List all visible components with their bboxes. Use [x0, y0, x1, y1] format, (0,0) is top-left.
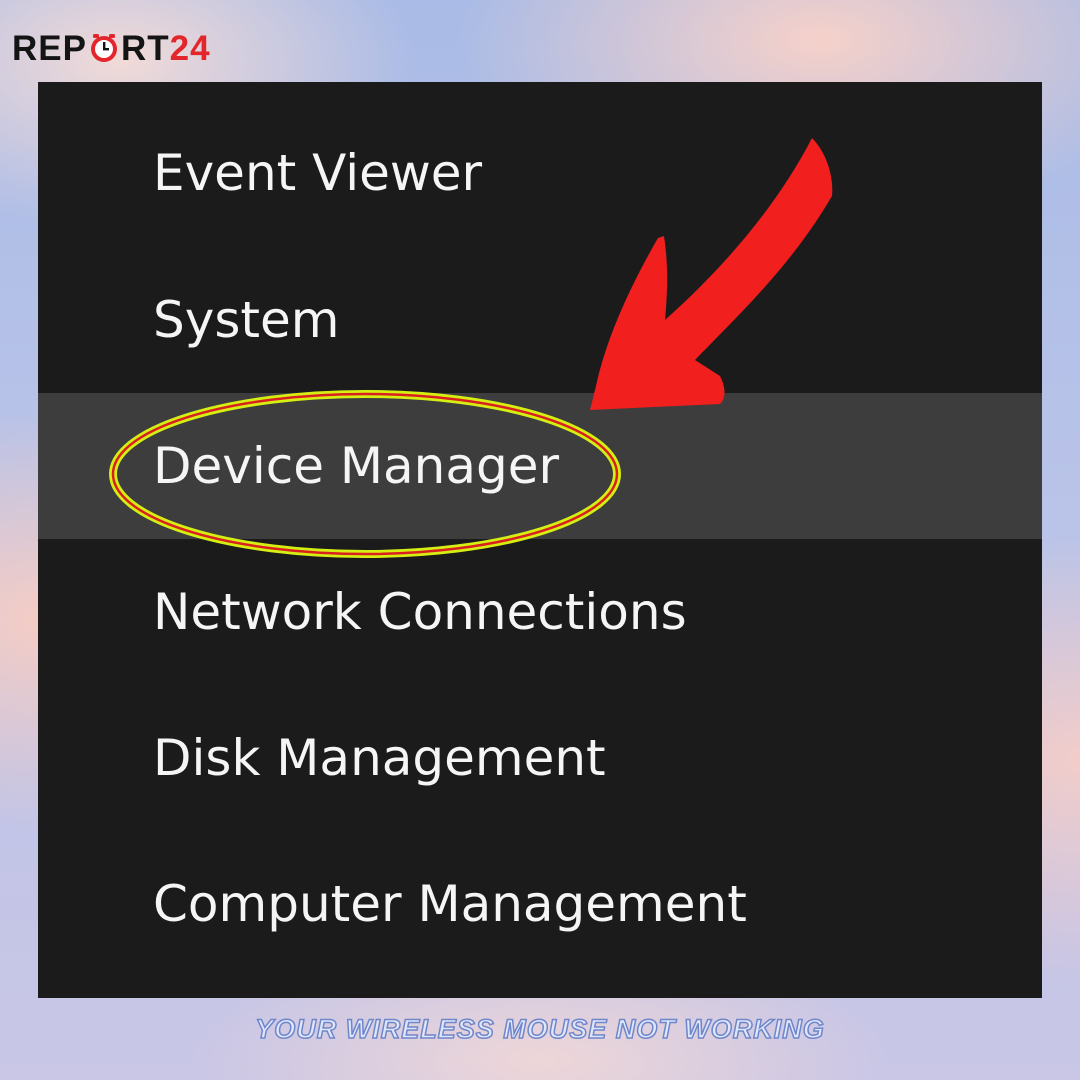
- menu-item-disk-management[interactable]: Disk Management: [38, 685, 1042, 831]
- menu-item-label: Event Viewer: [153, 144, 483, 202]
- caption-text: YOUR WIRELESS MOUSE NOT WORKING: [254, 1013, 825, 1045]
- menu-item-network-connections[interactable]: Network Connections: [38, 539, 1042, 685]
- menu-item-label: Device Manager: [153, 437, 560, 495]
- context-menu: Event Viewer System Device Manager Netwo…: [38, 82, 1042, 998]
- menu-item-system[interactable]: System: [38, 247, 1042, 393]
- menu-item-label: Computer Management: [153, 875, 747, 933]
- logo-text-rep: REP: [12, 28, 87, 68]
- report24-logo: REP RT 24: [12, 28, 211, 68]
- logo-text-24: 24: [169, 28, 211, 68]
- clock-icon: [90, 34, 117, 62]
- menu-item-label: System: [153, 291, 340, 349]
- menu-item-label: Disk Management: [153, 729, 606, 787]
- menu-item-computer-management[interactable]: Computer Management: [38, 831, 1042, 977]
- menu-item-label: Network Connections: [153, 583, 687, 641]
- logo-text-rt: RT: [120, 28, 170, 68]
- menu-item-event-viewer[interactable]: Event Viewer: [38, 100, 1042, 246]
- menu-item-device-manager[interactable]: Device Manager: [38, 393, 1042, 539]
